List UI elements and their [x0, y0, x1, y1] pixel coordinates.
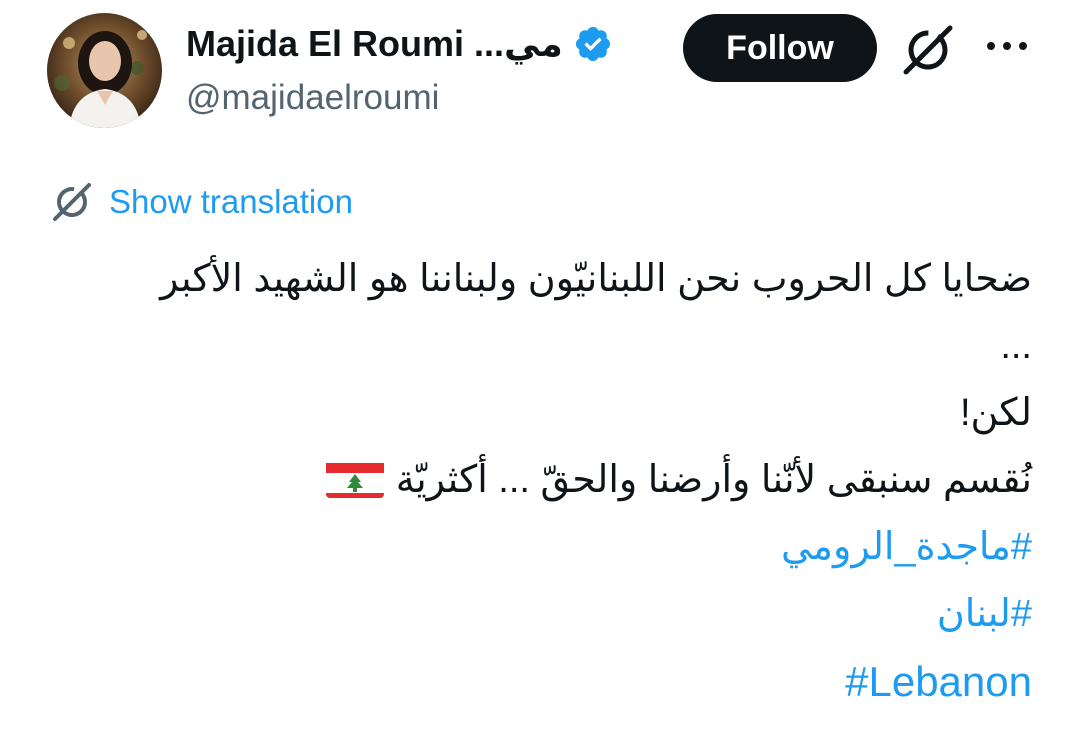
author-display-name[interactable]: Majida El Roumi ...مي	[186, 23, 563, 65]
follow-button[interactable]: Follow	[683, 14, 877, 82]
grok-icon[interactable]	[898, 20, 958, 80]
show-translation-row[interactable]: Show translation	[49, 178, 353, 226]
author-handle[interactable]: @majidaelroumi	[186, 78, 439, 118]
more-icon[interactable]	[985, 36, 1029, 56]
show-translation-link[interactable]: Show translation	[109, 183, 353, 221]
tweet-line-text: نُقسم سنبقى لأنّنا وأرضنا والحقّ ... أكث…	[395, 459, 1032, 501]
author-name-row: Majida El Roumi ...مي	[186, 16, 613, 72]
tweet-line: لكن!	[959, 392, 1032, 434]
tweet-line: ...	[1000, 325, 1032, 367]
tweet-line: ضحايا كل الحروب نحن اللبنانيّون ولبناننا…	[160, 258, 1032, 300]
verified-badge-icon	[573, 24, 613, 64]
hashtag-link[interactable]: #Lebanon	[42, 648, 1032, 715]
translate-icon	[49, 179, 95, 225]
avatar-image	[47, 13, 162, 128]
tweet-line: نُقسم سنبقى لأنّنا وأرضنا والحقّ ... أكث…	[42, 447, 1032, 514]
hashtag-link[interactable]: #ماجدة_الرومي	[42, 514, 1032, 581]
tweet-text: ضحايا كل الحروب نحن اللبنانيّون ولبناننا…	[42, 246, 1032, 715]
tweet-card: Majida El Roumi ...مي @majidaelroumi Fol…	[0, 0, 1080, 750]
hashtag-link[interactable]: #لبنان	[42, 581, 1032, 648]
avatar[interactable]	[47, 13, 162, 128]
lebanon-flag-icon	[325, 458, 384, 498]
